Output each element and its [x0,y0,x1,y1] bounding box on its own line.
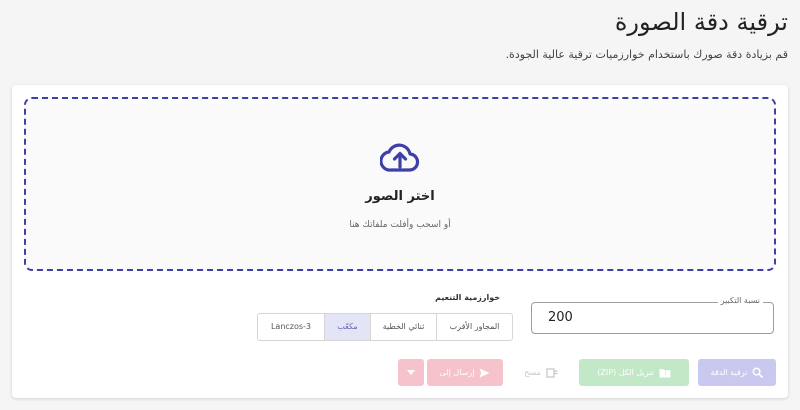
algorithm-option-nearest[interactable]: المجاور الأقرب [436,314,512,340]
scale-input[interactable]: 200 [548,310,573,325]
algorithm-option-bicubic[interactable]: مكعّب [324,314,370,340]
chevron-down-icon [407,370,415,375]
algorithm-label: خوارزمية التنعيم [435,293,500,302]
cloud-upload-icon [380,143,420,172]
algorithm-toggle-group: Lanczos-3 مكعّب ثنائي الخطية المجاور الأ… [257,313,513,341]
scale-field[interactable]: نسبة التكبير 200 [531,296,774,334]
clear-all-icon [546,367,558,378]
send-to-button[interactable]: إرسال إلى [427,359,503,386]
clear-button[interactable]: مسح [511,359,571,386]
download-zip-button[interactable]: تنزيل الكل (ZIP) [579,359,689,386]
upscale-button[interactable]: ترقية الدقة [698,359,776,386]
image-dropzone[interactable]: اختر الصور أو اسحب وأفلت ملفاتك هنا [24,97,776,271]
upscale-button-label: ترقية الدقة [710,368,748,377]
scale-label: نسبة التكبير [717,296,763,305]
dropzone-hint: أو اسحب وأفلت ملفاتك هنا [349,220,451,230]
send-to-menu-button[interactable] [398,359,424,386]
send-icon [479,368,490,377]
zoom-icon [752,367,764,378]
send-to-label: إرسال إلى [439,368,475,377]
download-zip-label: تنزيل الكل (ZIP) [597,368,654,377]
page-subtitle: قم بزيادة دقة صورك باستخدام خوارزميات تر… [505,48,788,61]
page-title: ترقية دقة الصورة [614,8,788,36]
folder-zip-icon [659,368,671,377]
clear-button-label: مسح [524,368,541,377]
algorithm-option-bilinear[interactable]: ثنائي الخطية [370,314,436,340]
algorithm-option-lanczos[interactable]: Lanczos-3 [258,314,324,340]
upscaler-card: اختر الصور أو اسحب وأفلت ملفاتك هنا نسبة… [12,85,788,398]
dropzone-title: اختر الصور [365,189,435,204]
